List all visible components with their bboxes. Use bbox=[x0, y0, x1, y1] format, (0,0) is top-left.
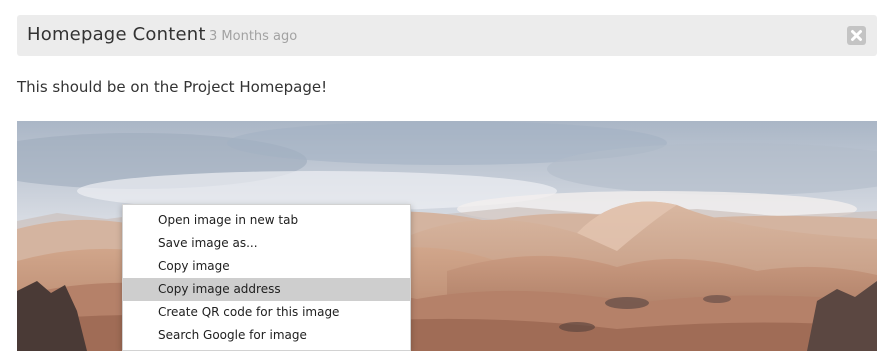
menu-item-create-qr-code[interactable]: Create QR code for this image bbox=[123, 301, 410, 324]
content-text: This should be on the Project Homepage! bbox=[17, 78, 328, 96]
close-icon bbox=[851, 30, 862, 41]
timestamp: 3 Months ago bbox=[209, 29, 298, 44]
close-button[interactable] bbox=[847, 26, 866, 45]
menu-item-open-image-new-tab[interactable]: Open image in new tab bbox=[123, 209, 410, 232]
menu-item-search-google-image[interactable]: Search Google for image bbox=[123, 324, 410, 347]
context-menu: Open image in new tab Save image as... C… bbox=[122, 204, 411, 351]
menu-item-copy-image-address[interactable]: Copy image address bbox=[123, 278, 410, 301]
menu-item-copy-image[interactable]: Copy image bbox=[123, 255, 410, 278]
menu-item-save-image-as[interactable]: Save image as... bbox=[123, 232, 410, 255]
card-header: Homepage Content 3 Months ago bbox=[17, 15, 877, 56]
page-title: Homepage Content bbox=[27, 24, 206, 45]
